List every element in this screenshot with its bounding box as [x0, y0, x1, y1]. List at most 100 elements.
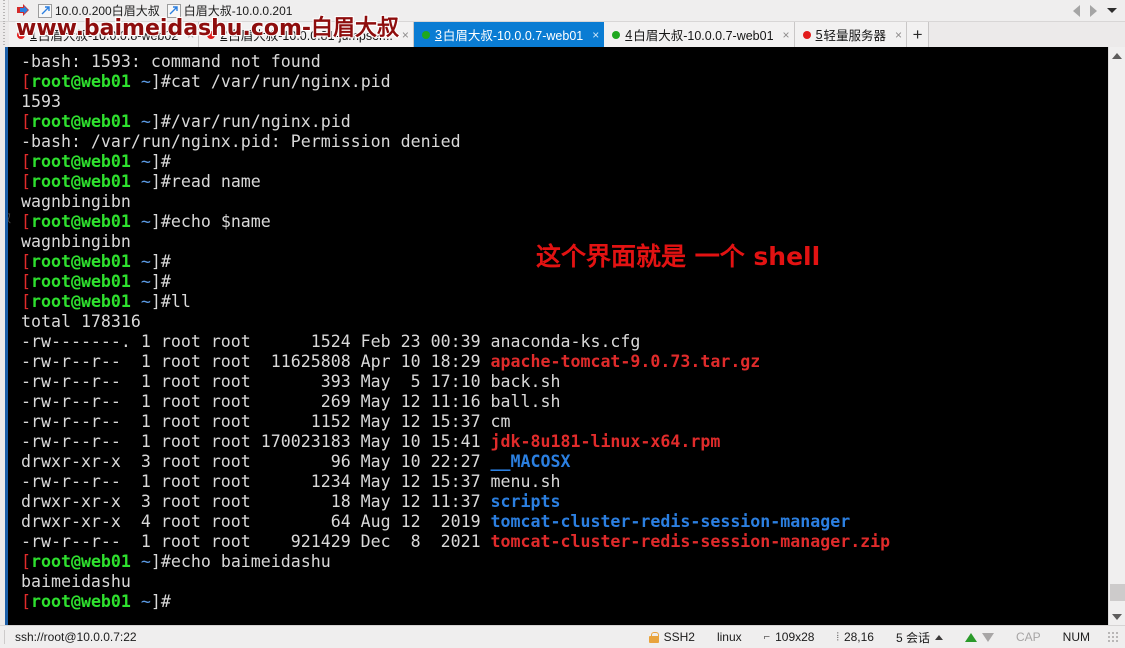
terminal-left-edge	[0, 47, 8, 625]
file-name[interactable]: cm	[491, 412, 511, 431]
chevron-down-icon	[1112, 613, 1122, 620]
file-name[interactable]: scripts	[491, 492, 561, 511]
terminal-command: echo $name	[170, 212, 271, 231]
close-icon[interactable]: ×	[783, 28, 790, 42]
file-name[interactable]: menu.sh	[491, 472, 561, 491]
prompt-bracket-close: ]#	[150, 72, 171, 91]
prompt-bracket-close: ]#	[150, 172, 171, 191]
close-icon[interactable]: ×	[895, 28, 902, 42]
prompt-bracket-close: ]#	[150, 252, 171, 271]
terminal-line: [root@web01 ~]#	[8, 592, 1108, 612]
prompt-bracket-open: [	[21, 152, 31, 171]
terminal-type-label: linux	[716, 630, 742, 644]
toolbar-session-0-label: 10.0.0.200白眉大叔	[55, 4, 160, 18]
scrollbar-thumb[interactable]	[1110, 584, 1125, 601]
terminal-command: /var/run/nginx.pid	[170, 112, 351, 131]
terminal-line: wagnbingibn	[8, 232, 1108, 252]
prompt-bracket-close: ]#	[150, 592, 171, 611]
terminal-line: drwxr-xr-x 3 root root 18 May 12 11:37 s…	[8, 492, 1108, 512]
terminal-line: -bash: 1593: command not found	[8, 52, 1108, 72]
terminal-scrollbar[interactable]	[1108, 47, 1125, 625]
terminal-line: baimeidashu	[8, 572, 1108, 592]
file-meta: -rw-r--r-- 1 root root 170023183 May 10 …	[21, 432, 491, 451]
tab-3[interactable]: 3 白眉大叔-10.0.0.7-web01 ×	[413, 22, 605, 47]
file-name[interactable]: apache-tomcat-9.0.73.tar.gz	[491, 352, 761, 371]
tab-label: 轻量服务器	[823, 29, 887, 43]
file-name[interactable]: ball.sh	[491, 392, 561, 411]
file-name[interactable]: tomcat-cluster-redis-session-manager	[491, 512, 851, 531]
scroll-up-button[interactable]	[1108, 47, 1125, 64]
prompt-bracket-close: ]#	[150, 552, 171, 571]
chevron-down-icon[interactable]	[1107, 8, 1117, 13]
prompt-user-host: root@web01	[31, 112, 131, 131]
upload-indicator	[954, 632, 1005, 642]
prompt-path: ~	[130, 552, 151, 571]
terminal-area: 叔 这个界面就是 一个 shell -bash: 1593: command n…	[0, 47, 1125, 625]
tab-index: 2	[220, 27, 228, 42]
prompt-user-host: root@web01	[31, 212, 131, 231]
side-marker: 叔	[8, 210, 11, 226]
nav-next-icon[interactable]	[1090, 4, 1097, 17]
tab-status-icon	[421, 30, 430, 39]
file-name[interactable]: jdk-8u181-linux-x64.rpm	[491, 432, 721, 451]
tab-1[interactable]: 1 白眉大叔-10.0.0.8-web02 ×	[9, 22, 200, 47]
resize-grip[interactable]	[1107, 631, 1119, 643]
protocol-cell[interactable]: SSH2	[638, 630, 706, 644]
cursor-icon: ⦙	[836, 630, 839, 643]
scroll-down-button[interactable]	[1108, 608, 1125, 625]
terminal-type-cell[interactable]: linux	[706, 630, 753, 644]
file-name[interactable]: back.sh	[491, 372, 561, 391]
prompt-path: ~	[130, 112, 151, 131]
nav-prev-icon[interactable]	[1073, 4, 1080, 17]
terminal-line: total 178316	[8, 312, 1108, 332]
toolbar-drag-handle[interactable]	[0, 0, 9, 22]
tab-index: 3	[434, 27, 442, 42]
tab-2[interactable]: 2 白眉大叔-10.0.0.81-jumpser... ×	[199, 22, 414, 47]
prompt-bracket-close: ]#	[150, 272, 171, 291]
tabbar-drag-handle[interactable]	[0, 22, 9, 47]
cursor-pos-cell[interactable]: ⦙ 28,16	[825, 630, 885, 644]
close-icon[interactable]: ×	[592, 28, 599, 42]
terminal-line: -rw-r--r-- 1 root root 1152 May 12 15:37…	[8, 412, 1108, 432]
terminal-output[interactable]: 叔 这个界面就是 一个 shell -bash: 1593: command n…	[8, 47, 1108, 625]
prompt-path: ~	[130, 72, 151, 91]
shortcut-icon	[38, 3, 52, 18]
terminal-line: -rw-r--r-- 1 root root 1234 May 12 15:37…	[8, 472, 1108, 492]
file-name[interactable]: tomcat-cluster-redis-session-manager.zip	[491, 532, 891, 551]
tab-status-icon	[612, 30, 621, 39]
terminal-line: -rw-r--r-- 1 root root 269 May 12 11:16 …	[8, 392, 1108, 412]
resize-icon: ⌐	[763, 631, 771, 643]
prompt-bracket-open: [	[21, 172, 31, 191]
file-name[interactable]: anaconda-ks.cfg	[491, 332, 641, 351]
tab-status-icon	[207, 30, 216, 39]
tab-index: 5	[815, 27, 823, 42]
new-tab-button[interactable]: +	[907, 22, 930, 47]
arrow-right-icon[interactable]	[15, 3, 31, 19]
terminal-text: -bash: /var/run/nginx.pid: Permission de…	[21, 132, 461, 151]
prompt-user-host: root@web01	[31, 272, 131, 291]
close-icon[interactable]: ×	[187, 28, 194, 42]
terminal-command: ll	[170, 292, 191, 311]
window-size-cell[interactable]: ⌐ 109x28	[753, 630, 826, 644]
toolbar-session-0[interactable]: 10.0.0.200白眉大叔	[38, 2, 160, 19]
tab-5[interactable]: 5 轻量服务器 ×	[794, 22, 908, 47]
file-meta: -rw-r--r-- 1 root root 269 May 12 11:16	[21, 392, 491, 411]
prompt-path: ~	[130, 152, 151, 171]
file-meta: drwxr-xr-x 4 root root 64 Aug 12 2019	[21, 512, 491, 531]
close-icon[interactable]: ×	[402, 28, 409, 42]
prompt-path: ~	[130, 592, 151, 611]
prompt-bracket-close: ]#	[150, 112, 171, 131]
tab-label: 白眉大叔-10.0.0.7-web01	[633, 29, 774, 43]
chevron-up-icon[interactable]	[934, 634, 943, 640]
caps-lock-indicator: CAP	[1015, 630, 1041, 644]
file-name[interactable]: __MACOSX	[491, 452, 571, 471]
tab-status-icon	[17, 30, 25, 39]
terminal-line: -bash: /var/run/nginx.pid: Permission de…	[8, 132, 1108, 152]
scrollbar-track[interactable]	[1108, 64, 1125, 608]
session-count-cell[interactable]: 5 会话	[885, 629, 954, 646]
terminal-line: -rw-r--r-- 1 root root 921429 Dec 8 2021…	[8, 532, 1108, 552]
prompt-user-host: root@web01	[31, 292, 131, 311]
terminal-line: [root@web01 ~]#/var/run/nginx.pid	[8, 112, 1108, 132]
toolbar-session-1[interactable]: 白眉大叔-10.0.0.201	[166, 2, 292, 19]
tab-4[interactable]: 4 白眉大叔-10.0.0.7-web01 ×	[604, 22, 795, 47]
